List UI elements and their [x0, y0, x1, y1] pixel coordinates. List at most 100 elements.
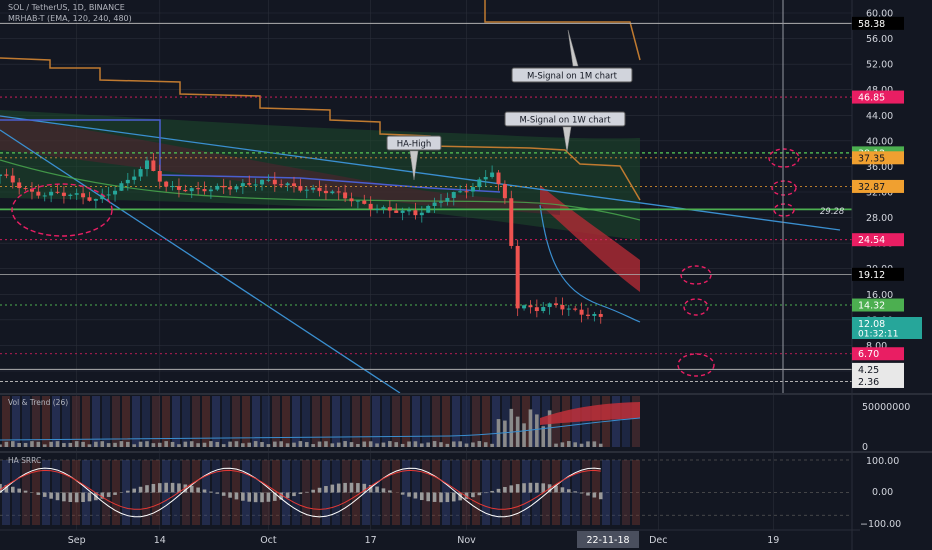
osc-histogram-bar — [36, 492, 41, 495]
symbol-title: SOL / TetherUS, 1D, BINANCE — [8, 3, 125, 12]
volume-bar — [560, 442, 565, 447]
osc-histogram-bar — [343, 482, 347, 493]
osc-histogram-bar — [400, 492, 405, 495]
candle-body — [598, 313, 603, 317]
osc-histogram-bar — [579, 492, 584, 494]
candle-body — [330, 191, 335, 194]
osc-histogram-bar — [515, 484, 520, 493]
candle-body — [4, 174, 9, 176]
tradingview-chart[interactable]: M-Signal on 1M chart M-Signal on 1W char… — [0, 0, 932, 550]
volume-bar — [592, 441, 597, 447]
indicator-title: MRHAB-T (EMA, 120, 240, 480) — [8, 14, 132, 23]
candle-body — [285, 183, 290, 186]
osc-histogram-bar — [55, 492, 60, 501]
osc-bg-stripe — [632, 460, 640, 525]
candle-body — [585, 314, 590, 316]
osc-histogram-bar — [228, 492, 232, 498]
candle-body — [87, 197, 92, 201]
volume-bar — [74, 441, 79, 447]
osc-histogram-bar — [298, 492, 303, 495]
candle-body — [394, 210, 399, 213]
osc-histogram-bar — [151, 483, 156, 493]
volume-bar — [260, 442, 264, 447]
volume-bar — [4, 441, 9, 447]
candle-body — [208, 189, 213, 192]
volume-bar — [266, 444, 271, 447]
volume-bg-stripe — [592, 396, 600, 447]
candle-body — [234, 186, 239, 190]
volume-bg-stripe — [472, 396, 480, 447]
volume-bar — [349, 442, 354, 447]
candle-body — [560, 304, 565, 310]
candle-body — [215, 185, 220, 190]
volume-bar — [292, 442, 296, 447]
volume-bar — [106, 443, 111, 447]
candle-body — [298, 186, 303, 191]
candle-body — [426, 205, 431, 213]
osc-histogram-bar — [317, 487, 322, 493]
osc-tick-100: 100.00 — [866, 456, 899, 467]
candle-body — [49, 191, 54, 196]
candle-body — [323, 190, 328, 194]
candle-body — [68, 194, 73, 196]
volume-tick-50m: 50000000 — [862, 402, 910, 413]
osc-histogram-bar — [23, 490, 28, 493]
volume-bar — [100, 441, 105, 447]
volume-bar — [273, 441, 277, 447]
volume-bar — [445, 443, 450, 447]
volume-bar — [509, 408, 514, 447]
volume-bar — [157, 442, 162, 447]
volume-bar — [388, 441, 392, 447]
osc-histogram-bar — [439, 492, 443, 503]
osc-histogram-bar — [426, 492, 430, 502]
candle-body — [566, 308, 571, 310]
volume-bar — [215, 441, 220, 447]
volume-bar — [164, 441, 168, 447]
volume-bar — [285, 443, 290, 447]
osc-histogram-bar — [592, 492, 597, 498]
volume-bg-stripe — [222, 396, 230, 447]
volume-bar — [247, 442, 252, 447]
candle-body — [343, 192, 348, 199]
volume-bar — [113, 442, 117, 447]
osc-tick-0: 0.00 — [872, 487, 893, 498]
price-tick-label: 44.00 — [866, 111, 893, 122]
candle-body — [438, 201, 443, 203]
osc-histogram-bar — [541, 483, 546, 493]
candle-body — [381, 207, 386, 209]
candle-body — [496, 172, 501, 185]
osc-histogram-bar — [145, 485, 149, 493]
price-tag-label: 46.85 — [858, 93, 885, 104]
candle-body — [183, 189, 188, 192]
candle-body — [592, 313, 597, 316]
candle-body — [490, 172, 495, 177]
time-tick-label: 14 — [154, 535, 166, 546]
cursor-date: 22-11-18 — [586, 535, 629, 546]
candle-body — [579, 309, 584, 315]
osc-bg-stripe — [612, 460, 620, 525]
candle-body — [17, 182, 22, 189]
candle-body — [362, 200, 367, 204]
volume-bar — [196, 443, 200, 447]
volume-bar — [279, 441, 284, 447]
osc-histogram-bar — [247, 492, 252, 502]
price-tag-label: 6.70 — [858, 349, 879, 360]
volume-bar — [36, 441, 41, 447]
osc-histogram-bar — [164, 482, 168, 493]
volume-bg-stripe — [272, 396, 280, 447]
osc-histogram-bar — [234, 492, 239, 500]
volume-bg-stripe — [262, 396, 270, 447]
candle-countdown: 01:32:11 — [858, 330, 898, 340]
candle-body — [291, 183, 296, 187]
volume-bar — [573, 442, 577, 447]
volume-bar — [522, 423, 526, 447]
current-price-tag: 12.08 01:32:11 — [852, 317, 922, 340]
volume-bar — [132, 444, 137, 447]
candle-body — [375, 208, 380, 210]
volume-bar — [477, 441, 482, 447]
volume-bar — [234, 441, 239, 447]
volume-bg-stripe — [142, 396, 150, 447]
candle-body — [413, 210, 418, 216]
candle-body — [138, 169, 143, 177]
volume-bar — [579, 443, 584, 447]
